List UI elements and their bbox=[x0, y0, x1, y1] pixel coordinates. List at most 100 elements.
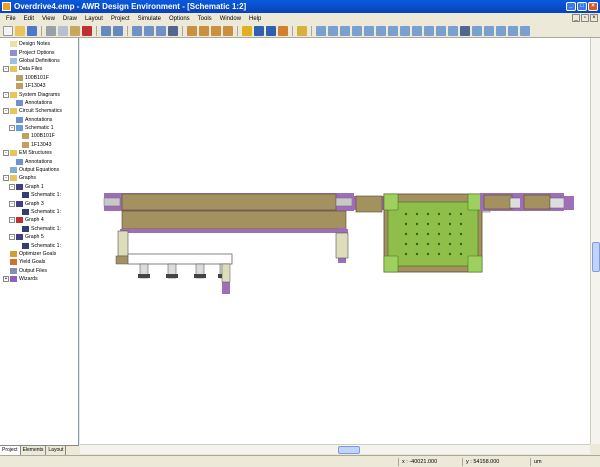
horizontal-scroll-thumb[interactable] bbox=[338, 446, 360, 454]
tree-item[interactable]: Output Equations bbox=[0, 166, 79, 174]
layout-canvas[interactable] bbox=[80, 38, 590, 444]
tree-item[interactable]: Project Options bbox=[0, 48, 79, 56]
expand-icon[interactable]: + bbox=[3, 276, 9, 283]
tree-item[interactable]: 1F13043 bbox=[0, 82, 79, 90]
optimize-icon[interactable] bbox=[266, 25, 276, 36]
ground-icon[interactable] bbox=[211, 25, 221, 36]
view-all-icon[interactable] bbox=[168, 25, 178, 36]
collapse-icon[interactable]: - bbox=[3, 150, 9, 157]
menu-layout[interactable]: Layout bbox=[81, 16, 107, 22]
tree-item[interactable]: 1F13043 bbox=[0, 141, 79, 149]
zoom-area-icon[interactable] bbox=[156, 25, 166, 36]
tree-item[interactable]: - Graph 4 bbox=[0, 216, 79, 224]
tree-item[interactable]: Design Notes bbox=[0, 40, 79, 48]
tree-item[interactable]: - Schematic 1 bbox=[0, 124, 79, 132]
component-icon[interactable] bbox=[187, 25, 197, 36]
shape-xor-icon[interactable] bbox=[400, 25, 410, 36]
collapse-icon[interactable]: - bbox=[3, 66, 9, 73]
minimize-button[interactable]: _ bbox=[566, 2, 576, 11]
shape-intersect-icon[interactable] bbox=[388, 25, 398, 36]
menu-view[interactable]: View bbox=[38, 16, 59, 22]
tree-item[interactable]: + Wizards bbox=[0, 275, 79, 283]
draw-rect-icon[interactable] bbox=[316, 25, 326, 36]
menu-options[interactable]: Options bbox=[165, 16, 194, 22]
mdi-restore-button[interactable]: ▫ bbox=[581, 14, 589, 22]
menu-simulate[interactable]: Simulate bbox=[134, 16, 165, 22]
open-icon[interactable] bbox=[15, 25, 25, 36]
save-icon[interactable] bbox=[27, 25, 37, 36]
layer-icon[interactable] bbox=[496, 25, 506, 36]
tree-item[interactable]: - Graph 1 bbox=[0, 183, 79, 191]
collapse-icon[interactable]: - bbox=[9, 200, 15, 207]
tree-item[interactable]: Schematic 1: bbox=[0, 191, 79, 199]
port-icon[interactable] bbox=[199, 25, 209, 36]
menu-draw[interactable]: Draw bbox=[59, 16, 81, 22]
collapse-icon[interactable]: - bbox=[9, 125, 15, 132]
horizontal-scrollbar[interactable] bbox=[80, 444, 590, 454]
mdi-minimize-button[interactable]: _ bbox=[572, 14, 580, 22]
maximize-button[interactable]: □ bbox=[577, 2, 587, 11]
undo-icon[interactable] bbox=[101, 25, 111, 36]
menu-tools[interactable]: Tools bbox=[194, 16, 216, 22]
tree-item[interactable]: Schematic 1: bbox=[0, 208, 79, 216]
tree-item[interactable]: Annotations bbox=[0, 116, 79, 124]
tab-project[interactable]: Project bbox=[0, 446, 21, 455]
cell-icon[interactable] bbox=[508, 25, 518, 36]
collapse-icon[interactable]: - bbox=[3, 175, 9, 182]
menu-project[interactable]: Project bbox=[107, 16, 134, 22]
zoom-out-icon[interactable] bbox=[144, 25, 154, 36]
tune-icon[interactable] bbox=[254, 25, 264, 36]
tree-item[interactable]: - Circuit Schematics bbox=[0, 107, 79, 115]
via-icon[interactable] bbox=[520, 25, 530, 36]
draw-ellipse-icon[interactable] bbox=[352, 25, 362, 36]
cut-icon[interactable] bbox=[46, 25, 56, 36]
tree-item[interactable]: 100B101F bbox=[0, 132, 79, 140]
text-icon[interactable] bbox=[460, 25, 470, 36]
tree-item[interactable]: Yield Goals bbox=[0, 258, 79, 266]
rotate-icon[interactable] bbox=[448, 25, 458, 36]
layout-view-icon[interactable] bbox=[297, 25, 307, 36]
zoom-in-icon[interactable] bbox=[132, 25, 142, 36]
tree-item[interactable]: Schematic 1: bbox=[0, 241, 79, 249]
collapse-icon[interactable]: - bbox=[9, 217, 15, 224]
wire-icon[interactable] bbox=[223, 25, 233, 36]
collapse-icon[interactable]: - bbox=[9, 234, 15, 241]
tree-item[interactable]: - Graph 3 bbox=[0, 199, 79, 207]
tree-item[interactable]: Output Files bbox=[0, 267, 79, 275]
dimension-icon[interactable] bbox=[484, 25, 494, 36]
tree-item[interactable]: - Graphs bbox=[0, 174, 79, 182]
tree-item[interactable]: Schematic 1: bbox=[0, 225, 79, 233]
tree-item[interactable]: Annotations bbox=[0, 157, 79, 165]
collapse-icon[interactable]: - bbox=[9, 183, 15, 190]
tab-elements[interactable]: Elements bbox=[20, 446, 47, 455]
flip-icon[interactable] bbox=[436, 25, 446, 36]
menu-help[interactable]: Help bbox=[245, 16, 265, 22]
close-button[interactable]: × bbox=[588, 2, 598, 11]
tree-item[interactable]: - System Diagrams bbox=[0, 90, 79, 98]
tree-item[interactable]: - Data Files bbox=[0, 65, 79, 73]
draw-polygon-icon[interactable] bbox=[328, 25, 338, 36]
menu-file[interactable]: File bbox=[2, 16, 20, 22]
tree-item[interactable]: Global Definitions bbox=[0, 57, 79, 65]
yield-icon[interactable] bbox=[278, 25, 288, 36]
draw-path-icon[interactable] bbox=[340, 25, 350, 36]
title-bar[interactable]: Overdrive4.emp - AWR Design Environment … bbox=[0, 0, 600, 13]
vertical-scrollbar[interactable] bbox=[590, 38, 600, 444]
collapse-icon[interactable]: - bbox=[3, 91, 9, 98]
tree-item[interactable]: - EM Structures bbox=[0, 149, 79, 157]
copy-icon[interactable] bbox=[58, 25, 68, 36]
redo-icon[interactable] bbox=[113, 25, 123, 36]
delete-icon[interactable] bbox=[82, 25, 92, 36]
collapse-icon[interactable]: - bbox=[3, 108, 9, 115]
shape-union-icon[interactable] bbox=[364, 25, 374, 36]
tree-item[interactable]: 100B101F bbox=[0, 74, 79, 82]
mdi-close-button[interactable]: × bbox=[590, 14, 598, 22]
tree-item[interactable]: Annotations bbox=[0, 99, 79, 107]
snap-icon[interactable] bbox=[412, 25, 422, 36]
vertical-scroll-thumb[interactable] bbox=[592, 242, 600, 272]
ruler-icon[interactable] bbox=[472, 25, 482, 36]
align-icon[interactable] bbox=[424, 25, 434, 36]
tab-layout[interactable]: Layout bbox=[46, 446, 67, 455]
paste-icon[interactable] bbox=[70, 25, 80, 36]
shape-subtract-icon[interactable] bbox=[376, 25, 386, 36]
